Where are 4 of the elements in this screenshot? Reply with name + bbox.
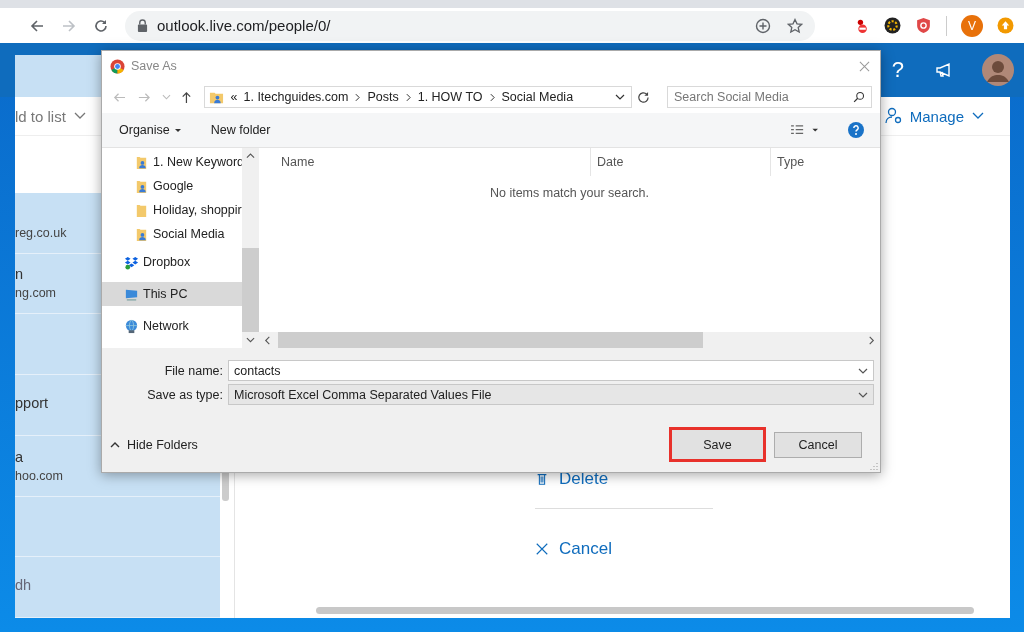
dialog-title: Save As <box>131 59 177 73</box>
field-label: Save as type: <box>146 387 223 402</box>
field-label: File name: <box>163 363 223 378</box>
empty-message: No items match your search. <box>488 186 651 202</box>
